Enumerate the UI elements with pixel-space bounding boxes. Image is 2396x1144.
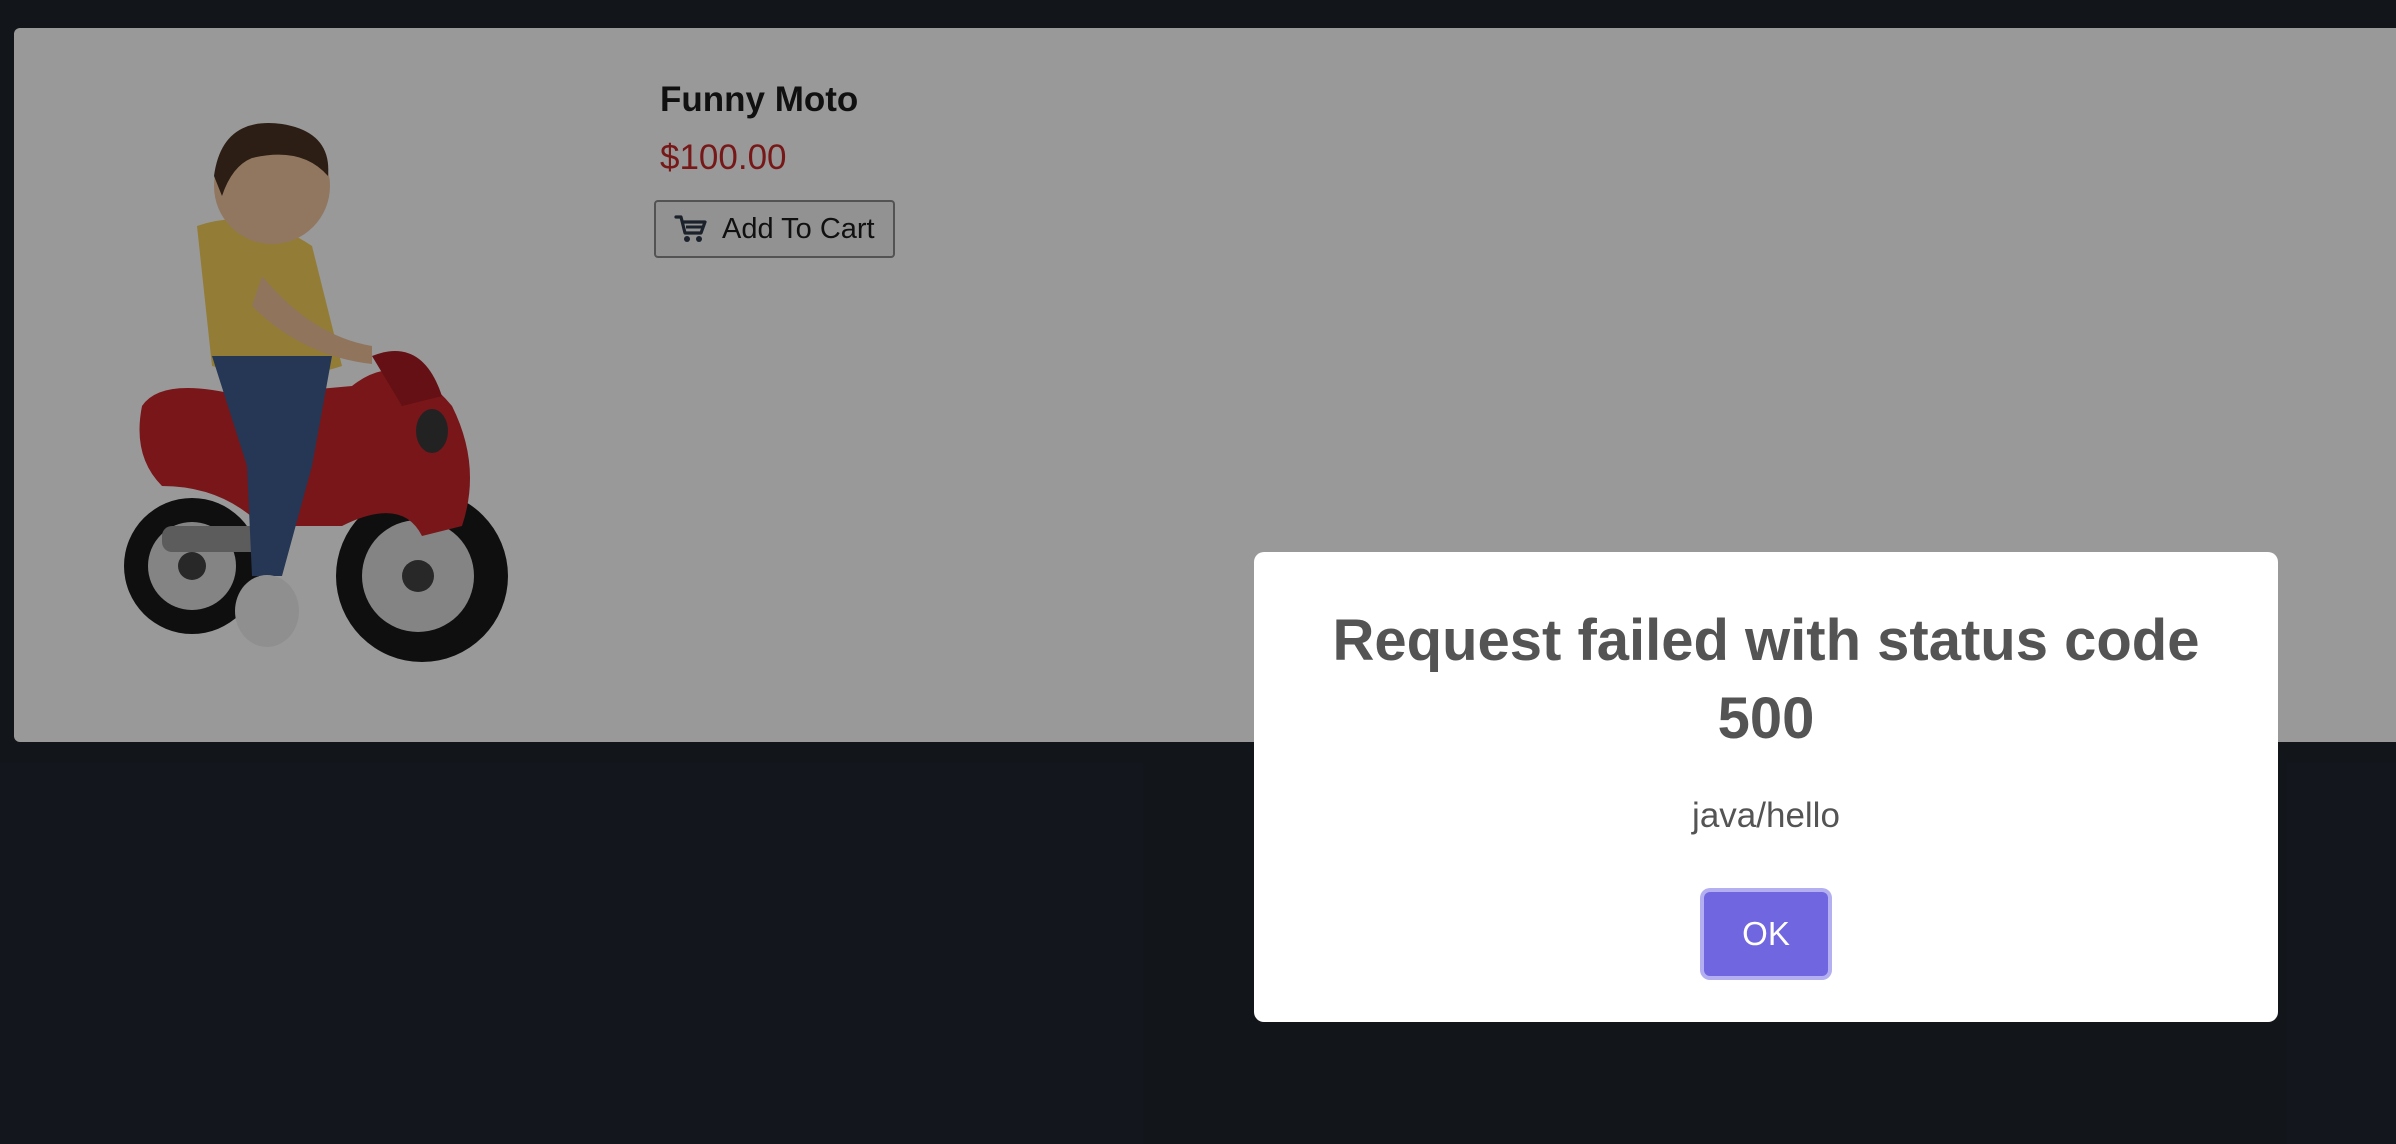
ok-button[interactable]: OK bbox=[1704, 892, 1828, 976]
page: Funny Moto $100.00 Add To Cart Request f… bbox=[0, 0, 2396, 1144]
dialog-title: Request failed with status code 500 bbox=[1332, 608, 2200, 751]
dialog-message: java/hello bbox=[1692, 796, 1840, 835]
error-dialog: Request failed with status code 500 java… bbox=[1254, 552, 2278, 1022]
